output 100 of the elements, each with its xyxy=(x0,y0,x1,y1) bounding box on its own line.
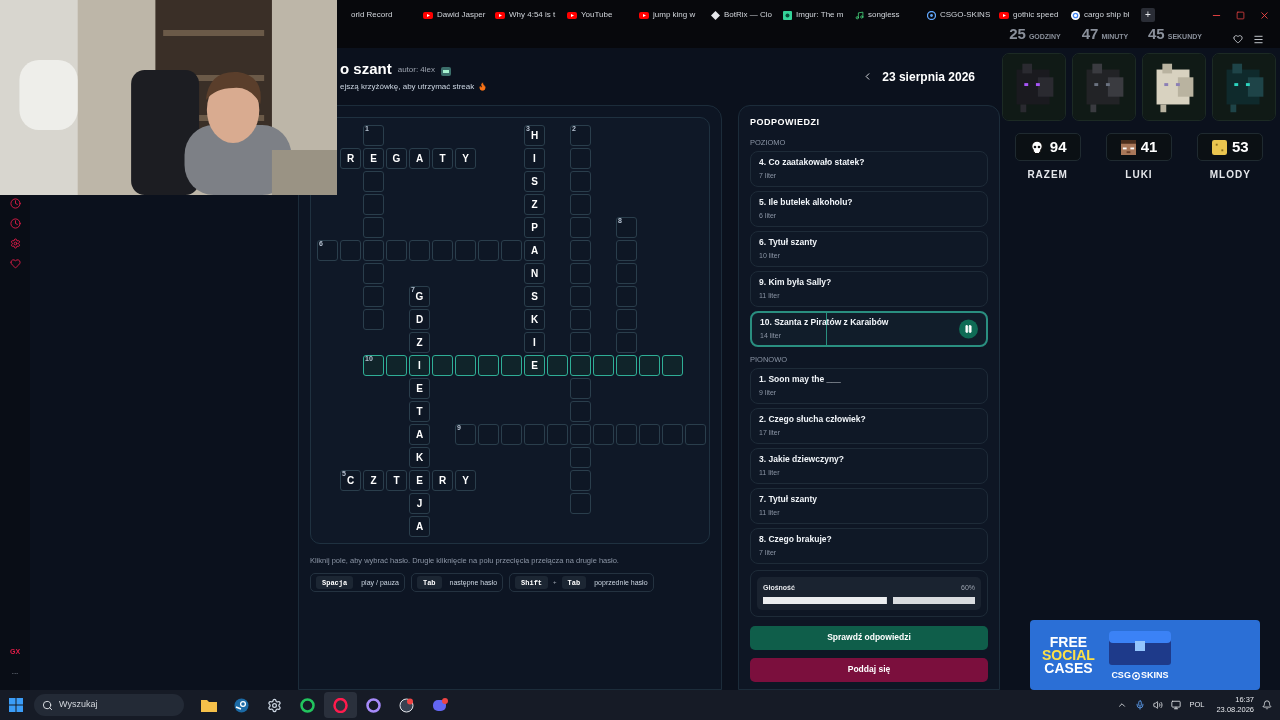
grid-cell[interactable] xyxy=(570,309,591,330)
grid-cell[interactable] xyxy=(616,309,637,330)
browser-tab[interactable]: BotRix — Clo xyxy=(707,4,779,26)
give-up-button[interactable]: Poddaj się xyxy=(750,657,988,682)
grid-cell[interactable] xyxy=(662,424,683,445)
grid-cell[interactable] xyxy=(386,240,407,261)
grid-cell[interactable] xyxy=(570,286,591,307)
grid-cell[interactable] xyxy=(340,240,361,261)
grid-cell[interactable]: E xyxy=(409,470,430,491)
grid-cell[interactable] xyxy=(570,171,591,192)
grid-cell[interactable]: A xyxy=(524,240,545,261)
grid-cell[interactable]: T xyxy=(409,401,430,422)
grid-cell[interactable] xyxy=(685,424,706,445)
grid-cell[interactable] xyxy=(639,424,660,445)
browser-tab[interactable]: gothic speed xyxy=(995,4,1067,26)
grid-cell[interactable] xyxy=(363,171,384,192)
grid-cell[interactable]: K xyxy=(524,309,545,330)
grid-cell[interactable]: A xyxy=(409,424,430,445)
grid-cell[interactable] xyxy=(478,424,499,445)
grid-cell[interactable]: Y xyxy=(455,470,476,491)
grid-cell[interactable] xyxy=(570,401,591,422)
grid-cell[interactable] xyxy=(616,240,637,261)
grid-cell[interactable] xyxy=(616,332,637,353)
grid-cell[interactable]: G xyxy=(386,148,407,169)
grid-cell[interactable] xyxy=(616,424,637,445)
pause-button[interactable] xyxy=(959,319,978,339)
clock-icon[interactable] xyxy=(9,218,21,229)
search-field[interactable]: Wyszukaj xyxy=(34,694,184,716)
browser-tab[interactable]: cargo ship bl xyxy=(1067,4,1139,26)
grid-cell[interactable] xyxy=(455,355,476,376)
speaker-icon[interactable] xyxy=(1153,700,1164,710)
grid-cell[interactable] xyxy=(570,217,591,238)
grid-cell[interactable]: S xyxy=(524,286,545,307)
grid-cell[interactable] xyxy=(363,217,384,238)
grid-cell[interactable] xyxy=(432,355,453,376)
grid-cell[interactable] xyxy=(547,355,568,376)
grid-cell[interactable]: Z xyxy=(409,332,430,353)
ad-banner[interactable]: FREE SOCIAL CASES CSG SKINS xyxy=(1030,620,1260,690)
browser-tab[interactable]: songless xyxy=(851,4,923,26)
check-answers-button[interactable]: Sprawdź odpowiedzi xyxy=(750,625,988,650)
more-label[interactable]: ... xyxy=(11,666,19,678)
grid-cell[interactable] xyxy=(616,263,637,284)
grid-cell[interactable] xyxy=(363,309,384,330)
grid-cell[interactable] xyxy=(386,355,407,376)
grid-cell[interactable] xyxy=(616,286,637,307)
close-icon[interactable] xyxy=(1259,9,1270,21)
browser-tab[interactable]: Dawid Jasper xyxy=(419,4,491,26)
grid-cell[interactable] xyxy=(570,332,591,353)
grid-cell[interactable]: I xyxy=(524,332,545,353)
microphone-icon[interactable] xyxy=(1135,700,1146,710)
grid-cell[interactable]: I xyxy=(524,148,545,169)
grid-cell[interactable]: E xyxy=(409,378,430,399)
grid-cell[interactable]: Z xyxy=(524,194,545,215)
grid-cell[interactable] xyxy=(501,355,522,376)
browser-tab[interactable]: Imgur: The m xyxy=(779,4,851,26)
grid-cell[interactable]: Z xyxy=(363,470,384,491)
grid-cell[interactable]: E xyxy=(524,355,545,376)
grid-cell[interactable]: I xyxy=(409,355,430,376)
grid-cell[interactable] xyxy=(363,263,384,284)
browser-tab[interactable]: jump king w xyxy=(635,4,707,26)
browser-tab[interactable]: YouTube xyxy=(563,4,635,26)
grid-cell[interactable] xyxy=(570,424,591,445)
monitor-icon[interactable] xyxy=(1171,700,1182,710)
grid-cell[interactable]: K xyxy=(409,447,430,468)
volume-slider[interactable] xyxy=(763,596,975,604)
grid-cell[interactable] xyxy=(570,263,591,284)
grid-cell[interactable]: R xyxy=(340,148,361,169)
grid-cell[interactable] xyxy=(570,148,591,169)
grid-cell[interactable] xyxy=(593,424,614,445)
grid-cell[interactable]: A xyxy=(409,148,430,169)
grid-cell[interactable] xyxy=(363,240,384,261)
grid-cell[interactable]: J xyxy=(409,493,430,514)
grid-cell[interactable] xyxy=(501,424,522,445)
grid-cell[interactable] xyxy=(363,286,384,307)
grid-cell[interactable] xyxy=(501,240,522,261)
grid-cell[interactable]: P xyxy=(524,217,545,238)
grid-cell[interactable] xyxy=(432,240,453,261)
grid-cell[interactable] xyxy=(570,240,591,261)
browser-tab[interactable]: CSGO-SKINS xyxy=(923,4,995,26)
grid-cell[interactable]: E xyxy=(363,148,384,169)
grid-cell[interactable] xyxy=(570,447,591,468)
grid-cell[interactable] xyxy=(570,493,591,514)
grid-cell[interactable] xyxy=(524,424,545,445)
grid-cell[interactable]: S xyxy=(524,171,545,192)
grid-cell[interactable] xyxy=(478,355,499,376)
clock-icon[interactable] xyxy=(9,198,21,209)
grid-cell[interactable] xyxy=(639,355,660,376)
grid-cell[interactable] xyxy=(570,355,591,376)
bell-icon[interactable] xyxy=(1262,700,1272,710)
grid-cell[interactable] xyxy=(662,355,683,376)
grid-cell[interactable] xyxy=(570,194,591,215)
grid-cell[interactable] xyxy=(570,378,591,399)
grid-cell[interactable] xyxy=(616,355,637,376)
grid-cell[interactable] xyxy=(570,470,591,491)
maximize-icon[interactable] xyxy=(1236,10,1245,20)
grid-cell[interactable] xyxy=(409,240,430,261)
grid-cell[interactable] xyxy=(547,424,568,445)
new-tab-button[interactable]: + xyxy=(1141,8,1155,22)
grid-cell[interactable] xyxy=(455,240,476,261)
browser-tab[interactable]: Why 4:54 is t xyxy=(491,4,563,26)
